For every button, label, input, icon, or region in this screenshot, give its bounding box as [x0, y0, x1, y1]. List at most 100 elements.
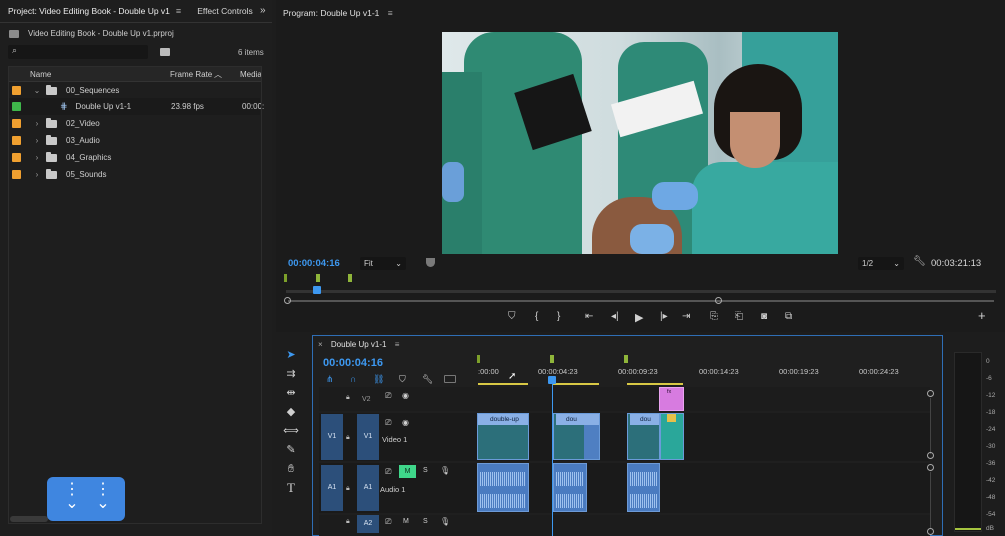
camera-icon[interactable]: ◙: [761, 311, 767, 322]
ruler-tick-label: 00:00:19:23: [779, 367, 819, 376]
insert-nest-icon[interactable]: ⋔: [326, 374, 334, 385]
work-area-bar[interactable]: [478, 383, 528, 385]
go-to-in-icon[interactable]: ⇤: [585, 311, 593, 322]
comparison-view-icon[interactable]: ⧉: [785, 311, 792, 322]
work-area-bar[interactable]: [627, 383, 683, 385]
track-source-v1[interactable]: V1: [321, 414, 343, 460]
video-clip[interactable]: dou: [553, 413, 600, 460]
vertical-scroll-track[interactable]: [930, 398, 931, 454]
vertical-scroll-handle[interactable]: [927, 452, 934, 459]
panel-menu-icon[interactable]: ≡: [176, 6, 181, 16]
solo-button[interactable]: S: [423, 467, 428, 474]
lock-icon[interactable]: 🔒︎: [346, 485, 350, 493]
play-icon[interactable]: ▶: [635, 311, 643, 324]
overflow-chevron-icon[interactable]: »: [260, 5, 266, 16]
close-icon[interactable]: ×: [318, 340, 323, 349]
ruler-marker[interactable]: [477, 355, 480, 363]
zoom-handle-left[interactable]: [284, 297, 291, 304]
step-back-icon[interactable]: ◂|: [611, 311, 619, 322]
ripple-edit-tool-icon[interactable]: ⇹: [283, 385, 299, 401]
wrench-icon[interactable]: 🔧︎: [913, 256, 926, 267]
wrench-icon[interactable]: 🔧︎: [422, 374, 433, 385]
zoom-bar[interactable]: [288, 300, 994, 302]
vertical-scroll-track[interactable]: [930, 472, 931, 528]
vertical-scroll-handle[interactable]: [927, 464, 934, 471]
video-clip[interactable]: double-up: [477, 413, 529, 460]
lock-icon[interactable]: 🔒︎: [346, 394, 350, 402]
toggle-sync-icon[interactable]: ⎚: [385, 467, 391, 477]
pen-tool-icon[interactable]: ✎: [283, 442, 299, 458]
razor-tool-icon[interactable]: ◆: [283, 404, 299, 420]
timeline-playhead-line[interactable]: [552, 384, 553, 536]
microphone-icon[interactable]: 🎙︎: [440, 466, 450, 475]
vertical-scroll-handle[interactable]: [927, 528, 934, 535]
extract-icon[interactable]: ⎗: [735, 311, 743, 322]
zoom-fit-select[interactable]: Fit ⌄: [360, 257, 406, 270]
type-tool-icon[interactable]: T: [283, 480, 299, 496]
microphone-icon[interactable]: 🎙︎: [440, 517, 450, 526]
panel-menu-icon[interactable]: ≡: [395, 340, 400, 349]
add-marker-icon[interactable]: ⛉: [508, 311, 516, 322]
eye-icon[interactable]: ◉: [402, 391, 409, 400]
program-monitor-title[interactable]: Program: Double Up v1-1 ≡: [283, 8, 393, 18]
selection-tool-icon[interactable]: ➤: [283, 347, 299, 363]
eye-icon[interactable]: ◉: [402, 418, 409, 427]
video-frame[interactable]: [442, 32, 838, 254]
mark-out-icon[interactable]: }: [557, 311, 560, 322]
timeline-playhead-handle[interactable]: [548, 376, 556, 384]
sequence-tab[interactable]: × Double Up v1-1 ≡: [318, 340, 399, 349]
panel-menu-icon[interactable]: ≡: [388, 8, 393, 18]
timeline-timecode[interactable]: 00:00:04:16: [323, 357, 383, 369]
graphic-clip[interactable]: fx: [659, 387, 684, 411]
vertical-scroll-handle[interactable]: [927, 390, 934, 397]
download-button[interactable]: ⋮ ⌄ ⋮ ⌄: [47, 477, 125, 521]
in-point-marker[interactable]: [284, 274, 287, 282]
add-button-icon[interactable]: +: [978, 308, 986, 323]
captions-icon[interactable]: [444, 375, 456, 383]
zoom-handle-right[interactable]: [715, 297, 722, 304]
playhead-timecode[interactable]: 00:00:04:16: [288, 258, 340, 269]
search-icon: ⌕: [12, 45, 18, 55]
track-target-v1[interactable]: V1: [357, 414, 379, 460]
add-marker-icon[interactable]: ⛉: [399, 374, 406, 385]
scrub-track[interactable]: [286, 290, 996, 293]
snap-icon[interactable]: ∩: [350, 374, 356, 384]
audio-clip[interactable]: [553, 463, 587, 512]
lift-icon[interactable]: ⎘: [710, 311, 718, 322]
track-label-v2[interactable]: V2: [362, 396, 371, 403]
audio-clip[interactable]: [627, 463, 660, 512]
toggle-sync-icon[interactable]: ⎚: [385, 418, 391, 428]
new-bin-icon[interactable]: [160, 48, 170, 56]
track-target-a1[interactable]: A1: [357, 465, 379, 511]
slip-tool-icon[interactable]: ⟺: [283, 423, 299, 439]
resolution-select[interactable]: 1/2 ⌄: [858, 257, 904, 270]
toggle-sync-icon[interactable]: ⎚: [385, 517, 391, 527]
go-to-out-icon[interactable]: ⇥: [682, 311, 690, 322]
ruler-marker[interactable]: [550, 355, 554, 363]
marker[interactable]: [348, 274, 352, 282]
solo-button[interactable]: S: [423, 518, 428, 525]
horizontal-scrollbar[interactable]: [10, 516, 48, 522]
tab-project[interactable]: Project: Video Editing Book - Double Up …: [0, 0, 189, 22]
hand-tool-icon[interactable]: ✋︎: [283, 461, 299, 477]
toggle-sync-icon[interactable]: ⎚: [385, 391, 391, 401]
track-target-a2[interactable]: A2: [357, 515, 379, 533]
video-clip[interactable]: dou: [627, 413, 660, 460]
tab-effect-controls[interactable]: Effect Controls: [189, 0, 261, 22]
marker-icon[interactable]: [426, 258, 435, 267]
playhead-handle[interactable]: [313, 286, 321, 294]
work-area-bar[interactable]: [553, 383, 599, 385]
lock-icon[interactable]: 🔒︎: [346, 434, 350, 442]
mark-in-icon[interactable]: {: [535, 311, 538, 322]
step-forward-icon[interactable]: |▸: [660, 311, 668, 322]
mute-button[interactable]: M: [403, 518, 409, 525]
search-input[interactable]: ⌕: [8, 45, 148, 59]
track-select-tool-icon[interactable]: ⇉: [283, 366, 299, 382]
audio-clip[interactable]: [477, 463, 529, 512]
lock-icon[interactable]: 🔒︎: [346, 518, 350, 526]
track-source-a1[interactable]: A1: [321, 465, 343, 511]
marker[interactable]: [316, 274, 320, 282]
ruler-marker[interactable]: [624, 355, 628, 363]
linked-selection-icon[interactable]: ⛓︎: [373, 374, 384, 385]
mute-button[interactable]: M: [399, 465, 416, 478]
